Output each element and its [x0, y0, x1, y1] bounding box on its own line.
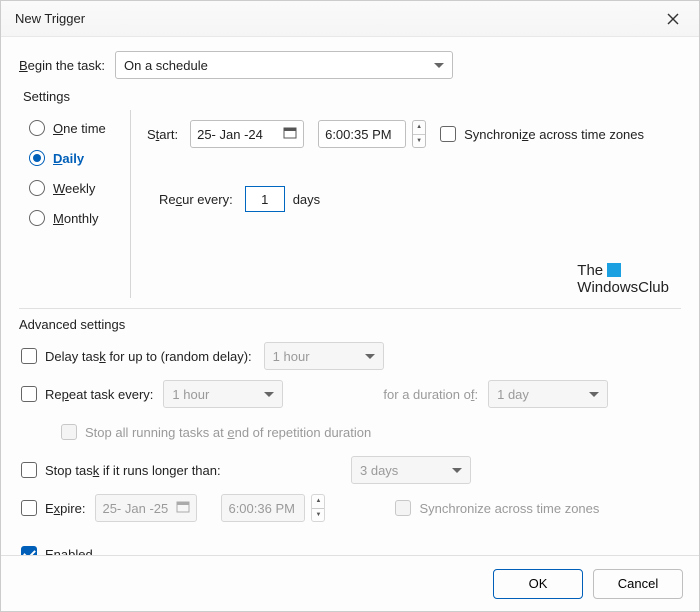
chevron-down-icon [589, 392, 599, 397]
spin-down-icon[interactable]: ▼ [312, 509, 324, 522]
close-button[interactable] [651, 4, 695, 34]
expire-time-spinner[interactable]: ▲▼ [311, 494, 325, 522]
expire-row: Expire: 25- Jan -25 6:00:36 PM ▲▼ Synchr… [21, 494, 681, 522]
repeat-duration-combo[interactable]: 1 day [488, 380, 608, 408]
recur-row: Recur every: 1 days [147, 186, 681, 212]
radio-one-time[interactable]: One time [29, 120, 130, 136]
settings-area: One time Daily Weekly Monthly Start: [19, 110, 681, 298]
radio-daily[interactable]: Daily [29, 150, 130, 166]
radio-icon [29, 120, 45, 136]
enabled-label: Enabled [45, 547, 93, 556]
watermark: The WindowsClub [577, 263, 669, 296]
detail-column: Start: 25- Jan -24 6:00:35 PM ▲▼ [131, 110, 681, 298]
stop-task-row: Stop task if it runs longer than: 3 days [21, 456, 681, 484]
calendar-dropdown-icon[interactable] [176, 500, 190, 517]
spin-up-icon[interactable]: ▲ [413, 121, 425, 135]
spin-down-icon[interactable]: ▼ [413, 135, 425, 148]
expire-date-input[interactable]: 25- Jan -25 [95, 494, 197, 522]
repeat-duration-label: for a duration of: [383, 387, 478, 402]
sync-timezone-label: Synchronize across time zones [464, 127, 644, 142]
repeat-row: Repeat task every: 1 hour for a duration… [21, 380, 681, 408]
radio-label: Weekly [53, 181, 95, 196]
repeat-label: Repeat task every: [45, 387, 153, 402]
delay-combo[interactable]: 1 hour [264, 342, 384, 370]
separator [19, 308, 681, 309]
recur-label: Recur every: [159, 192, 233, 207]
stop-task-combo[interactable]: 3 days [351, 456, 471, 484]
advanced-settings-label: Advanced settings [19, 317, 681, 332]
chevron-down-icon [264, 392, 274, 397]
expire-label: Expire: [45, 501, 85, 516]
begin-task-label: Begin the task: [19, 58, 105, 73]
expire-time-input[interactable]: 6:00:36 PM [221, 494, 305, 522]
repeat-combo[interactable]: 1 hour [163, 380, 283, 408]
repeat-checkbox[interactable] [21, 386, 37, 402]
chevron-down-icon [434, 63, 444, 68]
title-bar: New Trigger [1, 1, 699, 37]
start-label: Start: [147, 127, 178, 142]
delay-value: 1 hour [273, 349, 310, 364]
stop-task-label: Stop task if it runs longer than: [45, 463, 221, 478]
start-date-input[interactable]: 25- Jan -24 [190, 120, 304, 148]
footer: OK Cancel [1, 555, 699, 611]
calendar-dropdown-icon[interactable] [283, 126, 297, 143]
expire-sync-row: Synchronize across time zones [395, 500, 599, 516]
expire-sync-checkbox [395, 500, 411, 516]
radio-label: One time [53, 121, 106, 136]
cancel-button[interactable]: Cancel [593, 569, 683, 599]
stop-repetition-label: Stop all running tasks at end of repetit… [85, 425, 371, 440]
repeat-value: 1 hour [172, 387, 209, 402]
recur-input[interactable]: 1 [245, 186, 285, 212]
recur-unit: days [293, 192, 320, 207]
stop-repetition-checkbox [61, 424, 77, 440]
radio-monthly[interactable]: Monthly [29, 210, 130, 226]
stop-task-value: 3 days [360, 463, 398, 478]
start-time-input[interactable]: 6:00:35 PM [318, 120, 406, 148]
radio-icon [29, 150, 45, 166]
settings-label: Settings [23, 89, 681, 104]
radio-label: Monthly [53, 211, 99, 226]
begin-task-combo[interactable]: On a schedule [115, 51, 453, 79]
chevron-down-icon [365, 354, 375, 359]
delay-checkbox[interactable] [21, 348, 37, 364]
delay-row: Delay task for up to (random delay): 1 h… [21, 342, 681, 370]
recur-value: 1 [261, 192, 268, 207]
begin-task-row: Begin the task: On a schedule [19, 51, 681, 79]
expire-sync-label: Synchronize across time zones [419, 501, 599, 516]
sync-timezone-row: Synchronize across time zones [440, 126, 644, 142]
window-title: New Trigger [15, 11, 85, 26]
close-icon [667, 13, 679, 25]
radio-icon [29, 180, 45, 196]
radio-weekly[interactable]: Weekly [29, 180, 130, 196]
expire-date-value: 25- Jan -25 [102, 501, 168, 516]
spin-up-icon[interactable]: ▲ [312, 495, 324, 509]
stop-task-checkbox[interactable] [21, 462, 37, 478]
start-row: Start: 25- Jan -24 6:00:35 PM ▲▼ [147, 120, 681, 148]
radio-icon [29, 210, 45, 226]
stop-repetition-row: Stop all running tasks at end of repetit… [61, 418, 681, 446]
new-trigger-dialog: New Trigger Begin the task: On a schedul… [0, 0, 700, 612]
repeat-duration-value: 1 day [497, 387, 529, 402]
delay-label: Delay task for up to (random delay): [45, 349, 252, 364]
ok-button[interactable]: OK [493, 569, 583, 599]
enabled-row: Enabled [21, 540, 681, 555]
start-date-value: 25- Jan -24 [197, 127, 263, 142]
start-time-value: 6:00:35 PM [325, 127, 392, 142]
enabled-checkbox[interactable] [21, 546, 37, 555]
begin-task-value: On a schedule [124, 58, 208, 73]
radio-label: Daily [53, 151, 84, 166]
start-time-spinner[interactable]: ▲▼ [412, 120, 426, 148]
expire-checkbox[interactable] [21, 500, 37, 516]
watermark-square-icon [607, 263, 621, 277]
expire-time-value: 6:00:36 PM [228, 501, 295, 516]
frequency-column: One time Daily Weekly Monthly [19, 110, 131, 298]
chevron-down-icon [452, 468, 462, 473]
sync-timezone-checkbox[interactable] [440, 126, 456, 142]
